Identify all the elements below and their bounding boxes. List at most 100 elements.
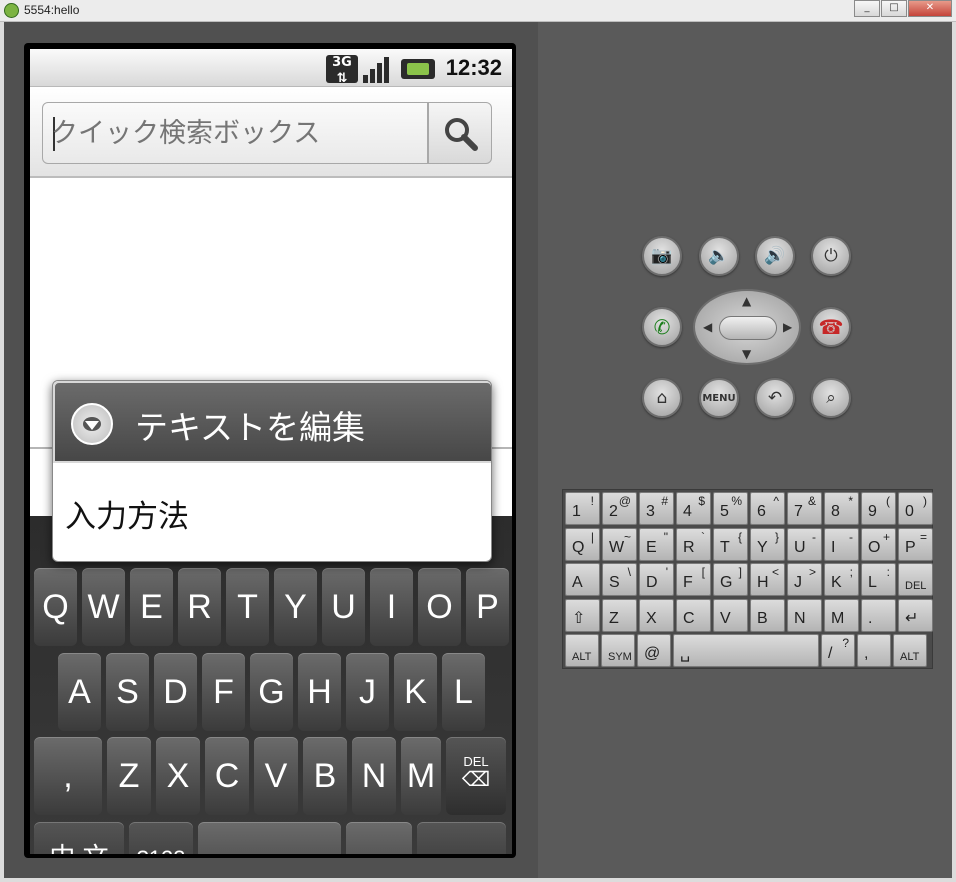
hw-key-5-row1[interactable]: 6 ^ bbox=[750, 492, 785, 525]
key-a[interactable]: A bbox=[58, 653, 101, 731]
language-key[interactable]: 中 文 bbox=[34, 822, 124, 854]
menu-button[interactable]: MENU bbox=[699, 378, 739, 418]
hw-key-9-row2[interactable]: P = bbox=[898, 527, 933, 561]
hw-key-2-row4[interactable]: X bbox=[639, 598, 674, 632]
hw-key-0-row3[interactable]: A bbox=[565, 563, 600, 596]
hw-key-4-row4[interactable]: V bbox=[713, 598, 748, 632]
hw-key-2-row3[interactable]: D ' bbox=[639, 563, 674, 596]
key-e[interactable]: E bbox=[130, 568, 173, 646]
key-c[interactable]: C bbox=[205, 737, 249, 815]
hw-key-0-row5[interactable]: ALT bbox=[565, 634, 599, 667]
hw-key-3-row2[interactable]: R ` bbox=[676, 527, 711, 561]
hw-key-6-row2[interactable]: U- bbox=[787, 527, 822, 561]
hw-key-2-row1[interactable]: 3 # bbox=[639, 492, 674, 525]
hw-key-9-row4[interactable]: ↵ bbox=[898, 598, 933, 632]
hw-key-7-row4[interactable]: M bbox=[824, 598, 859, 632]
hw-key-0-row4[interactable]: ⇧ bbox=[565, 598, 600, 632]
hw-key-5-row5[interactable]: , bbox=[857, 634, 891, 667]
number-mode-key[interactable]: ?123 bbox=[129, 822, 193, 854]
hw-key-0-row1[interactable]: 1! bbox=[565, 492, 600, 525]
space-key[interactable]: ⎵ bbox=[198, 822, 341, 854]
volume-down-button[interactable]: 🔈 bbox=[699, 236, 739, 276]
delete-key[interactable]: DEL ⌫ bbox=[446, 737, 506, 815]
hw-key-0-row2[interactable]: Q | bbox=[565, 527, 600, 561]
hw-key-9-row1[interactable]: 0) bbox=[898, 492, 933, 525]
hw-key-8-row3[interactable]: L: bbox=[861, 563, 896, 596]
hw-key-6-row4[interactable]: N bbox=[787, 598, 822, 632]
key-o[interactable]: O bbox=[418, 568, 461, 646]
key-z[interactable]: Z bbox=[107, 737, 151, 815]
hw-key-3-row4[interactable]: C bbox=[676, 598, 711, 632]
key-l[interactable]: L bbox=[442, 653, 485, 731]
power-button[interactable]: ⏻ bbox=[811, 236, 851, 276]
search-box[interactable] bbox=[42, 102, 428, 164]
hw-key-1-row4[interactable]: Z bbox=[602, 598, 637, 632]
key-m[interactable]: M bbox=[401, 737, 441, 815]
key-w[interactable]: W bbox=[82, 568, 125, 646]
key-t[interactable]: T bbox=[226, 568, 269, 646]
key-u[interactable]: U bbox=[322, 568, 365, 646]
key-j[interactable]: J bbox=[346, 653, 389, 731]
hw-key-8-row4[interactable]: . bbox=[861, 598, 896, 632]
key-g[interactable]: G bbox=[250, 653, 293, 731]
end-call-button[interactable]: ☎ bbox=[811, 307, 851, 347]
key-r[interactable]: R bbox=[178, 568, 221, 646]
hw-key-alt-label: = bbox=[919, 529, 927, 544]
hw-key-2-row2[interactable]: E " bbox=[639, 527, 674, 561]
hw-key-3-row5[interactable]: ␣ bbox=[673, 634, 819, 667]
hw-search-button[interactable]: ⌕ bbox=[811, 378, 851, 418]
hw-key-7-row1[interactable]: 8 * bbox=[824, 492, 859, 525]
keyboard-search-key[interactable]: ⌕ bbox=[417, 822, 506, 854]
hw-key-7-row2[interactable]: I- bbox=[824, 527, 859, 561]
hw-key-9-row3[interactable]: DEL bbox=[898, 563, 933, 596]
maximize-button[interactable]: □ bbox=[881, 0, 907, 17]
key-y[interactable]: Y bbox=[274, 568, 317, 646]
menu-item-input-method[interactable]: 入力方法 bbox=[65, 491, 189, 536]
key-x[interactable]: X bbox=[156, 737, 200, 815]
hw-key-1-row3[interactable]: S \ bbox=[602, 563, 637, 596]
hw-key-3-row3[interactable]: F[ bbox=[676, 563, 711, 596]
hw-key-1-row2[interactable]: W ~ bbox=[602, 527, 637, 561]
key-f[interactable]: F bbox=[202, 653, 245, 731]
hw-key-4-row5[interactable]: /? bbox=[821, 634, 855, 667]
key-i[interactable]: I bbox=[370, 568, 413, 646]
hw-key-6-row3[interactable]: J > bbox=[787, 563, 822, 596]
hw-key-7-row3[interactable]: K; bbox=[824, 563, 859, 596]
period-key[interactable]: 。 bbox=[346, 822, 412, 854]
hw-key-1-row1[interactable]: 2 @ bbox=[602, 492, 637, 525]
hw-key-5-row3[interactable]: H < bbox=[750, 563, 785, 596]
hw-key-4-row2[interactable]: T{ bbox=[713, 527, 748, 561]
hw-key-1-row5[interactable]: SYM bbox=[601, 634, 635, 667]
hw-key-4-row3[interactable]: G] bbox=[713, 563, 748, 596]
search-button[interactable] bbox=[428, 102, 492, 164]
camera-button[interactable]: 📷 bbox=[642, 236, 682, 276]
hw-key-5-row4[interactable]: B bbox=[750, 598, 785, 632]
close-button[interactable]: ✕ bbox=[908, 0, 952, 17]
key-q[interactable]: Q bbox=[34, 568, 77, 646]
dpad-center-button[interactable] bbox=[719, 316, 777, 340]
home-button[interactable]: ⌂ bbox=[642, 378, 682, 418]
minimize-button[interactable]: _ bbox=[854, 0, 880, 17]
key-p[interactable]: P bbox=[466, 568, 509, 646]
hw-key-6-row5[interactable]: ALT bbox=[893, 634, 927, 667]
key-d[interactable]: D bbox=[154, 653, 197, 731]
key-comma[interactable]: , bbox=[34, 737, 102, 815]
key-v[interactable]: V bbox=[254, 737, 298, 815]
search-input[interactable] bbox=[51, 113, 417, 153]
key-s[interactable]: S bbox=[106, 653, 149, 731]
hw-key-5-row2[interactable]: Y} bbox=[750, 527, 785, 561]
dpad[interactable]: ▲ ▼ ◀ ▶ bbox=[693, 289, 801, 365]
hw-key-2-row5[interactable]: @ bbox=[637, 634, 671, 667]
call-button[interactable]: ✆ bbox=[642, 307, 682, 347]
hw-key-6-row1[interactable]: 7 & bbox=[787, 492, 822, 525]
back-button[interactable]: ↶ bbox=[755, 378, 795, 418]
key-n[interactable]: N bbox=[352, 737, 396, 815]
hw-key-3-row1[interactable]: 4 $ bbox=[676, 492, 711, 525]
key-h[interactable]: H bbox=[298, 653, 341, 731]
hw-key-8-row2[interactable]: O + bbox=[861, 527, 896, 561]
key-b[interactable]: B bbox=[303, 737, 347, 815]
key-k[interactable]: K bbox=[394, 653, 437, 731]
hw-key-8-row1[interactable]: 9( bbox=[861, 492, 896, 525]
hw-key-4-row1[interactable]: 5% bbox=[713, 492, 748, 525]
volume-up-button[interactable]: 🔊 bbox=[755, 236, 795, 276]
